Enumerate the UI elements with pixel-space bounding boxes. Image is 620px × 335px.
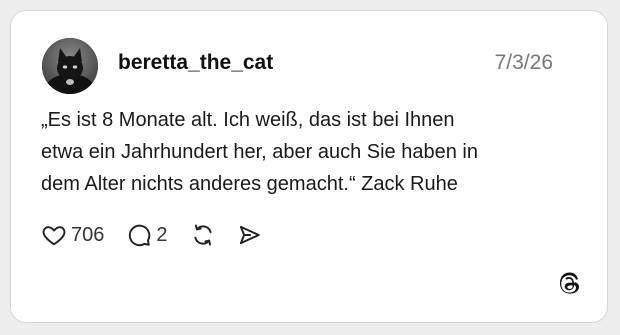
avatar[interactable] — [42, 38, 98, 94]
share-icon — [239, 225, 260, 245]
post-text: „Es ist 8 Monate alt. Ich weiß, das ist … — [41, 109, 478, 195]
action-bar: 706 2 — [41, 220, 262, 250]
repost-icon — [193, 224, 212, 246]
like-button[interactable]: 706 — [41, 222, 104, 248]
reply-count: 2 — [156, 223, 168, 246]
username[interactable]: beretta_the_cat — [118, 51, 273, 75]
heart-icon — [42, 226, 66, 246]
cat-avatar-icon — [42, 38, 98, 94]
repost-button[interactable] — [190, 222, 216, 248]
share-button[interactable] — [236, 222, 262, 248]
post-date: 7/3/26 — [494, 51, 553, 74]
post-card: beretta_the_cat 7/3/26 „Es ist 8 Monate … — [10, 10, 608, 323]
reply-button[interactable]: 2 — [126, 222, 168, 248]
threads-logo-icon[interactable] — [555, 270, 583, 298]
speech-bubble-icon — [129, 224, 151, 247]
like-count: 706 — [71, 223, 105, 246]
